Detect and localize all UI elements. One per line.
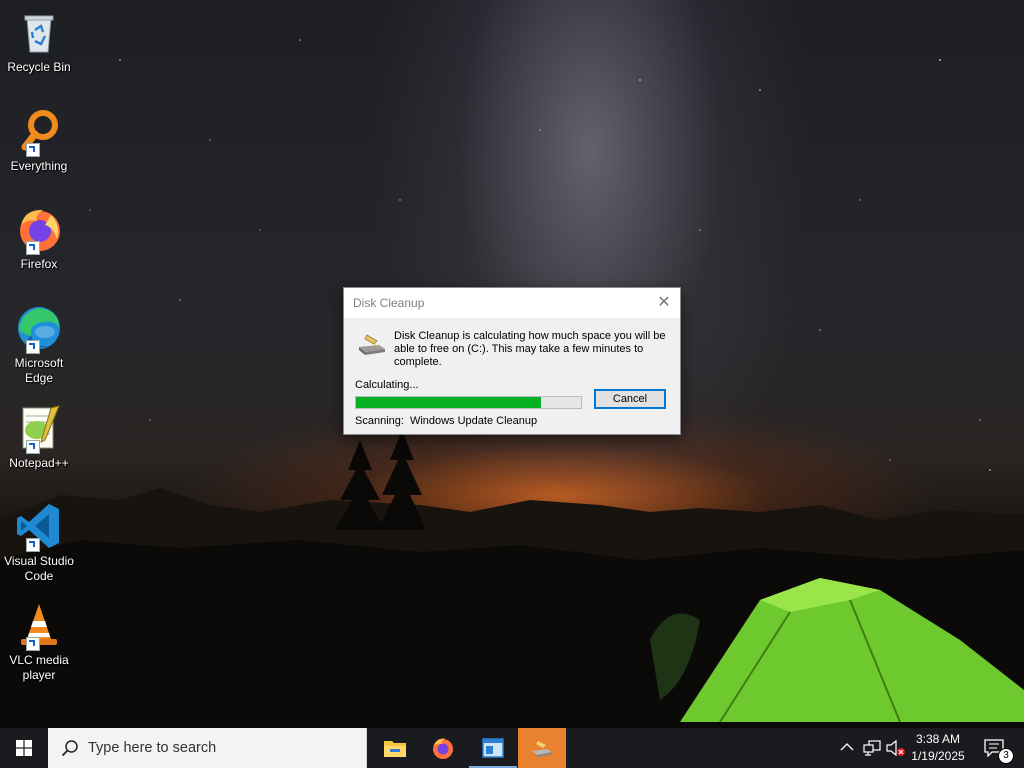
search-box[interactable]: Type here to search: [48, 728, 367, 768]
volume-tray-button[interactable]: [884, 728, 906, 768]
desktop-icon-label: Firefox: [20, 257, 58, 271]
taskbar-window-app[interactable]: [469, 728, 517, 768]
dialog-title: Disk Cleanup: [353, 296, 425, 310]
shortcut-arrow-icon: [26, 637, 40, 651]
close-icon[interactable]: ✕: [648, 288, 680, 318]
notepad-plus-plus-icon: [15, 404, 63, 454]
desktop-icon-vlc[interactable]: VLC media player: [2, 601, 76, 683]
search-icon: [61, 740, 78, 757]
scanning-label: Scanning:: [355, 415, 404, 427]
shortcut-arrow-icon: [26, 440, 40, 454]
disk-cleanup-dialog: Disk Cleanup ✕ Disk Cleanup is calculati…: [343, 287, 681, 435]
firefox-icon: [15, 205, 63, 255]
clock-date: 1/19/2025: [911, 749, 965, 763]
desktop-icon-firefox[interactable]: Firefox: [2, 205, 76, 272]
start-button[interactable]: [0, 728, 48, 768]
desktop-icon-recycle-bin[interactable]: Recycle Bin: [2, 8, 76, 75]
desktop-icon-label: Microsoft Edge: [14, 356, 64, 385]
edge-icon: [15, 304, 63, 354]
shortcut-arrow-icon: [26, 143, 40, 157]
file-explorer-icon: [384, 741, 406, 757]
desktop-icon-edge[interactable]: Microsoft Edge: [2, 304, 76, 386]
scanning-status: Scanning: Windows Update Cleanup: [355, 415, 537, 427]
vlc-icon: [15, 601, 63, 651]
search-placeholder: Type here to search: [88, 740, 217, 756]
clock-time: 3:38 AM: [915, 732, 961, 746]
disk-cleanup-icon: [357, 331, 387, 357]
windows-logo-icon: [16, 740, 32, 756]
taskbar-firefox[interactable]: [419, 728, 467, 768]
dialog-message: Disk Cleanup is calculating how much spa…: [394, 330, 666, 368]
window-app-icon: [482, 738, 504, 758]
network-icon: [863, 740, 881, 756]
vscode-icon: [15, 502, 63, 552]
progress-bar: [355, 396, 582, 409]
desktop-icon-everything[interactable]: Everything: [2, 107, 76, 174]
desktop-icon-label: Notepad++: [9, 456, 69, 470]
notification-count-badge: 3: [998, 748, 1014, 764]
desktop-icon-label: Everything: [10, 159, 68, 173]
action-center-button[interactable]: 3: [978, 728, 1018, 768]
desktop-icon-label: Recycle Bin: [7, 60, 71, 74]
taskbar-file-explorer[interactable]: [371, 728, 419, 768]
shortcut-arrow-icon: [26, 241, 40, 255]
clock[interactable]: 3:38 AM 1/19/2025: [908, 728, 968, 768]
desktop-icon-label: Visual Studio Code: [4, 554, 74, 583]
dialog-titlebar[interactable]: Disk Cleanup ✕: [344, 288, 680, 318]
disk-cleanup-icon: [532, 741, 552, 758]
volume-muted-icon: [886, 740, 905, 756]
shortcut-arrow-icon: [26, 538, 40, 552]
desktop-icon-label: VLC media player: [9, 653, 69, 682]
show-hidden-icons-button[interactable]: [838, 728, 856, 768]
chevron-up-icon: [840, 743, 854, 751]
firefox-icon: [433, 738, 453, 759]
network-tray-button[interactable]: [860, 728, 882, 768]
shortcut-arrow-icon: [26, 340, 40, 354]
desktop-icon-vscode[interactable]: Visual Studio Code: [2, 502, 76, 584]
everything-search-icon: [15, 107, 63, 157]
recycle-bin-icon: [15, 8, 63, 56]
cancel-button[interactable]: Cancel: [594, 389, 666, 409]
desktop-icon-notepad-plus-plus[interactable]: Notepad++: [2, 404, 76, 471]
progress-fill: [356, 397, 541, 408]
taskbar-disk-cleanup[interactable]: [518, 728, 566, 768]
taskbar: Type here to search 3:38 AM 1/19/2025 3: [0, 728, 1024, 768]
status-label: Calculating...: [355, 379, 419, 391]
scanning-item: Windows Update Cleanup: [409, 415, 538, 427]
